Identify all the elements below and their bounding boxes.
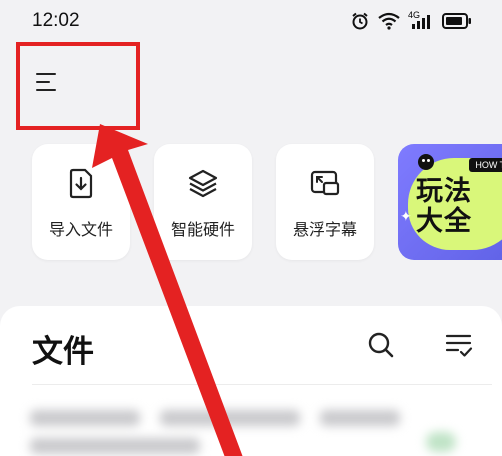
quick-action-label: 悬浮字幕 [292,222,357,239]
hamburger-menu-icon-line [36,81,50,84]
quick-action-label: 智能硬件 [170,222,235,239]
quick-action-import-file[interactable]: 导入文件 [32,144,130,260]
wifi-icon [378,12,400,30]
cellular-signal-icon: 4G [408,10,434,30]
status-icons: 4G [350,10,472,31]
status-bar: 12:02 4G [0,0,502,42]
divider [32,384,492,385]
promo-banner[interactable]: HOW TO 玩法 大全 ✦ [398,144,502,260]
menu-button[interactable] [30,64,66,100]
hamburger-menu-icon [36,73,56,76]
alarm-icon [352,12,368,30]
file-list-item[interactable] [30,408,470,454]
promo-text-line2: 大全 [416,206,472,236]
layers-icon [188,169,218,198]
floating-subtitle-icon [310,170,340,196]
list-check-icon[interactable] [442,328,476,362]
promo-tag: HOW TO [469,158,502,172]
sparkle-icon: ✦ [400,208,412,224]
quick-action-label: 导入文件 [48,222,113,239]
promo-text: 玩法 大全 [416,162,472,236]
file-section: 文件 [0,306,502,456]
quick-action-floating-subtitle[interactable]: 悬浮字幕 [276,144,374,260]
search-icon[interactable] [364,328,398,362]
quick-action-smart-hardware[interactable]: 智能硬件 [154,144,252,260]
import-file-icon [69,168,93,199]
promo-text-line1: 玩法 [416,176,472,206]
section-title: 文件 [32,334,94,369]
hamburger-menu-icon-line [36,89,56,92]
battery-icon [442,13,471,29]
status-time: 12:02 [32,10,80,31]
